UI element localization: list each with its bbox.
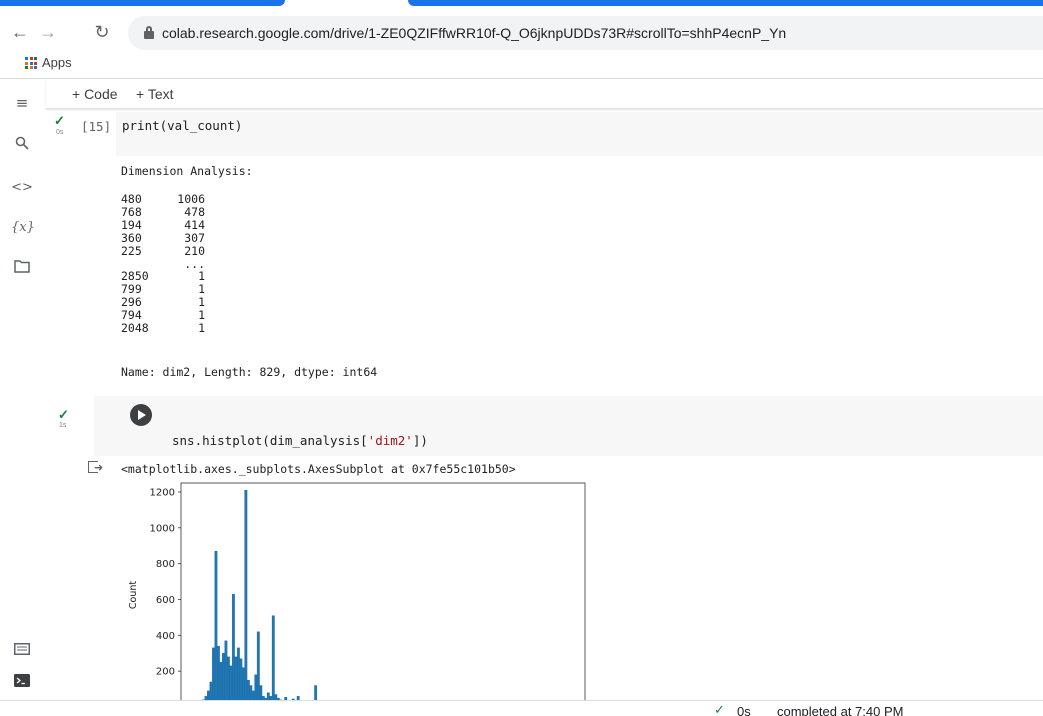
lock-icon: [144, 26, 154, 39]
cell-exec-time: 1s: [59, 422, 67, 429]
colab-workspace: ≡ <> {x} + Code + Text ✓ 0s [15] print(v…: [0, 78, 1043, 716]
y-tick-label: 800: [156, 559, 175, 570]
cell-success-check-icon: ✓: [58, 407, 69, 422]
status-message: completed at 7:40 PM: [777, 704, 904, 716]
code-editor[interactable]: sns.histplot(dim_analysis['dim2']): [94, 396, 1043, 456]
code-snippets-icon[interactable]: <>: [11, 177, 33, 199]
value-count-key: 225: [121, 243, 142, 258]
histogram-bar: [314, 685, 318, 700]
status-duration: 0s: [737, 704, 751, 716]
output-footer: Name: dim2, Length: 829, dtype: int64: [121, 365, 378, 379]
tab-strip-accent-left: [0, 0, 285, 6]
value-count-key: 480: [121, 192, 142, 206]
command-palette-icon[interactable]: [11, 639, 33, 661]
histogram-bar: [266, 692, 270, 700]
histogram-bar: [244, 490, 248, 700]
value-count-value: 1: [198, 269, 205, 284]
apps-grid-icon[interactable]: [25, 57, 37, 69]
value-count-value: 1006: [177, 192, 205, 206]
table-of-contents-icon[interactable]: ≡: [11, 92, 33, 114]
value-count-value: 1: [198, 321, 205, 335]
browser-toolbar: ← → ↻ colab.research.google.com/drive/1-…: [0, 14, 1043, 54]
value-count-key: 768: [121, 204, 142, 219]
notebook-cells: ✓ 0s [15] print(val_count) Dimension Ana…: [46, 110, 1043, 700]
reload-icon[interactable]: ↻: [90, 20, 114, 44]
histogram-bar: [229, 665, 233, 700]
output-repr-text: <matplotlib.axes._subplots.AxesSubplot a…: [121, 462, 516, 476]
cell-success-check-icon: ✓: [54, 113, 65, 128]
histogram-bar: [251, 690, 255, 700]
value-count-value: 478: [184, 204, 205, 219]
histogram-bar: [259, 685, 263, 700]
histogram-bar: [236, 647, 240, 700]
url-text: colab.research.google.com/drive/1-ZE0QZI…: [162, 25, 787, 41]
histogram-bar: [224, 640, 228, 700]
value-count-value: 1: [198, 295, 205, 310]
histogram-bar: [241, 667, 245, 700]
histogram-bar: [226, 656, 230, 700]
output-heading: Dimension Analysis:: [121, 164, 253, 178]
value-count-value: 1: [198, 308, 205, 323]
histogram-bar: [256, 631, 260, 700]
histogram-bar: [219, 662, 223, 700]
value-count-key: 794: [121, 308, 142, 323]
histogram-bar: [231, 593, 235, 700]
y-tick-label: 200: [156, 667, 175, 678]
code-line: print(val_count): [122, 118, 243, 133]
histogram-bar: [212, 647, 215, 700]
value-count-key: 296: [121, 295, 142, 310]
histogram-svg: 0200400600800100012000500100015002000250…: [128, 482, 586, 700]
histogram-bar: [214, 550, 218, 700]
status-bar: ✓ 0s completed at 7:40 PM: [0, 700, 1043, 716]
histogram-bar: [234, 656, 238, 700]
files-icon[interactable]: [11, 257, 33, 279]
cell-exec-time: 0s: [56, 129, 64, 136]
add-text-button[interactable]: + Text: [136, 86, 174, 102]
value-count-key: 799: [121, 282, 142, 297]
y-tick-label: 600: [156, 595, 175, 606]
run-cell-button[interactable]: [130, 404, 152, 426]
value-count-key: 194: [121, 217, 142, 232]
back-arrow-icon[interactable]: ←: [8, 20, 32, 44]
bookmarks-bar: Apps: [0, 52, 1043, 74]
y-tick-label: 1000: [150, 523, 175, 534]
histogram-chart: 0200400600800100012000500100015002000250…: [116, 475, 596, 700]
forward-arrow-icon[interactable]: →: [36, 20, 60, 44]
y-axis-label: Count: [128, 581, 139, 609]
apps-bookmark-label[interactable]: Apps: [42, 55, 72, 70]
value-count-key: 360: [121, 230, 142, 245]
value-count-key: 2850: [121, 269, 149, 284]
code-line: sns.histplot(dim_analysis['dim2']): [172, 433, 428, 448]
histogram-bar: [207, 690, 210, 700]
histogram-bar: [239, 658, 243, 700]
terminal-icon[interactable]: [11, 671, 33, 693]
value-count-key: 2048: [121, 321, 149, 335]
y-tick-label: 1200: [150, 487, 175, 498]
code-editor[interactable]: print(val_count): [116, 112, 1043, 156]
address-bar[interactable]: colab.research.google.com/drive/1-ZE0QZI…: [128, 16, 1043, 50]
histogram-bar: [221, 653, 225, 700]
value-count-value: 414: [184, 217, 205, 232]
y-tick-label: 400: [156, 631, 175, 642]
histogram-bar: [209, 681, 213, 700]
value-count-value: 307: [184, 230, 205, 245]
histogram-bar: [246, 679, 250, 700]
tab-strip-accent-right: [408, 0, 1043, 6]
cell-toolbar: + Code + Text: [46, 79, 1043, 109]
histogram-bar: [217, 645, 220, 700]
completed-check-icon: ✓: [714, 703, 725, 716]
add-code-button[interactable]: + Code: [72, 86, 118, 102]
search-icon[interactable]: [11, 134, 33, 156]
output-actions-icon[interactable]: ➜: [88, 461, 104, 475]
left-sidebar: ≡ <> {x}: [0, 79, 46, 716]
cell-exec-count: [15]: [81, 119, 112, 134]
value-count-value: ...: [184, 256, 205, 271]
histogram-bar: [249, 685, 253, 700]
histogram-bar: [254, 674, 258, 700]
value-count-value: 1: [198, 282, 205, 297]
variables-icon[interactable]: {x}: [11, 217, 35, 239]
histogram-bar: [271, 615, 275, 700]
value-count-value: 210: [184, 243, 205, 258]
